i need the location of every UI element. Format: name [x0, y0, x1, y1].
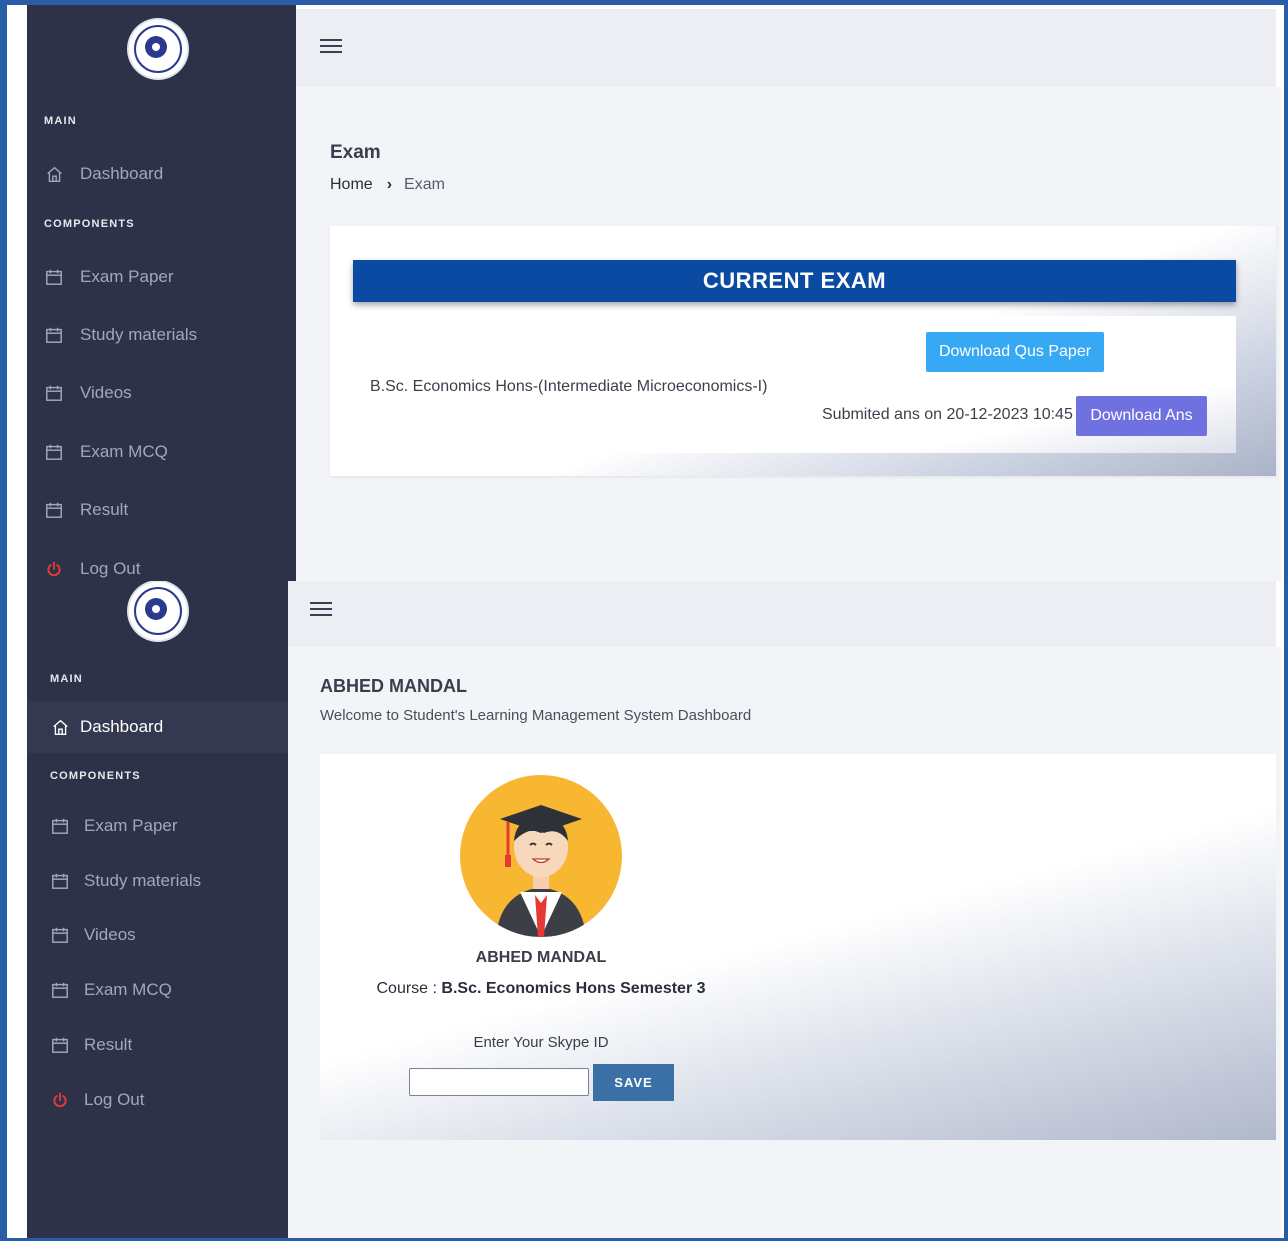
sidebar-item-dashboard[interactable]: Dashboard	[27, 151, 296, 197]
sidebar-item-label: Exam MCQ	[80, 442, 168, 461]
sidebar-item-exam-paper[interactable]: Exam Paper	[27, 803, 288, 849]
left-white-strip	[7, 5, 27, 1238]
sidebar-section-components: COMPONENTS	[50, 770, 141, 782]
calendar-icon	[44, 500, 64, 520]
sidebar-item-label: Dashboard	[80, 717, 164, 736]
page-title: ABHED MANDAL	[320, 676, 467, 696]
college-logo	[129, 20, 187, 78]
sidebar-section-main: MAIN	[50, 673, 83, 685]
current-exam-header: CURRENT EXAM	[353, 260, 1236, 302]
power-icon	[50, 1090, 70, 1110]
sidebar-section-components: COMPONENTS	[44, 218, 135, 230]
calendar-icon	[50, 925, 70, 945]
calendar-icon	[50, 816, 70, 836]
sidebar-item-label: Log Out	[84, 1090, 145, 1109]
sidebar: MAIN Dashboard COMPONENTS Exam Paper Stu…	[27, 5, 296, 581]
college-logo	[129, 582, 187, 640]
sidebar-item-label: Videos	[80, 383, 132, 402]
exam-name: B.Sc. Economics Hons-(Intermediate Micro…	[370, 378, 768, 395]
download-answer-button[interactable]: Download Ans	[1076, 396, 1207, 436]
sidebar-item-exam-mcq[interactable]: Exam MCQ	[27, 429, 296, 475]
save-button[interactable]: SAVE	[593, 1064, 674, 1101]
sidebar-item-label: Result	[80, 500, 129, 519]
sidebar-item-exam-mcq[interactable]: Exam MCQ	[27, 967, 288, 1013]
calendar-icon	[44, 267, 64, 287]
sidebar-item-study-materials[interactable]: Study materials	[27, 858, 288, 904]
sidebar-item-label: Log Out	[80, 559, 141, 578]
sidebar-item-videos[interactable]: Videos	[27, 912, 288, 958]
sidebar-item-log-out[interactable]: Log Out	[27, 1077, 288, 1123]
welcome-text: Welcome to Student's Learning Management…	[320, 707, 752, 724]
sidebar-item-result[interactable]: Result	[27, 487, 296, 533]
sidebar-item-study-materials[interactable]: Study materials	[27, 312, 296, 358]
student-name: ABHED MANDAL	[475, 949, 607, 966]
sidebar-item-result[interactable]: Result	[27, 1022, 288, 1068]
hamburger-menu-icon[interactable]	[310, 602, 332, 618]
calendar-icon	[44, 383, 64, 403]
sidebar-item-label: Exam Paper	[84, 816, 178, 835]
download-question-paper-button[interactable]: Download Qus Paper	[926, 332, 1104, 372]
sidebar: MAIN Dashboard COMPONENTS Exam Paper Stu…	[27, 581, 288, 1238]
hamburger-menu-icon[interactable]	[320, 39, 342, 55]
chevron-right-icon: ›	[386, 176, 393, 193]
sidebar-item-log-out[interactable]: Log Out	[27, 546, 296, 581]
calendar-icon	[44, 325, 64, 345]
sidebar-item-label: Dashboard	[80, 164, 164, 183]
breadcrumb-home-link[interactable]: Home	[330, 176, 373, 193]
breadcrumb-current: Exam	[404, 176, 445, 193]
sidebar-item-dashboard[interactable]: Dashboard	[27, 701, 288, 753]
sidebar-item-label: Result	[84, 1035, 133, 1054]
calendar-icon	[44, 442, 64, 462]
submission-status: Submited ans on 20-12-2023 10:45	[822, 406, 1073, 423]
home-icon	[44, 164, 64, 184]
course-value: B.Sc. Economics Hons Semester 3	[441, 980, 706, 997]
sidebar-item-label: Study materials	[84, 871, 202, 890]
home-icon	[50, 717, 70, 737]
top-bar	[296, 9, 1276, 87]
sidebar-item-label: Exam MCQ	[84, 980, 172, 999]
top-bar	[288, 581, 1276, 647]
skype-id-input[interactable]	[409, 1068, 589, 1096]
sidebar-item-label: Study materials	[80, 325, 198, 344]
power-icon	[44, 559, 64, 579]
skype-id-label: Enter Your Skype ID	[473, 1034, 609, 1051]
sidebar-item-label: Videos	[84, 925, 136, 944]
course-label: Course :	[376, 980, 442, 997]
sidebar-item-label: Exam Paper	[80, 267, 174, 286]
sidebar-item-videos[interactable]: Videos	[27, 370, 296, 416]
student-avatar-icon	[460, 775, 622, 937]
page-title: Exam	[330, 142, 381, 163]
student-course: Course : B.Sc. Economics Hons Semester 3	[320, 980, 762, 998]
calendar-icon	[50, 980, 70, 1000]
calendar-icon	[50, 871, 70, 891]
breadcrumb: Home › Exam	[330, 176, 445, 194]
sidebar-item-exam-paper[interactable]: Exam Paper	[27, 254, 296, 300]
sidebar-section-main: MAIN	[44, 115, 77, 127]
calendar-icon	[50, 1035, 70, 1055]
